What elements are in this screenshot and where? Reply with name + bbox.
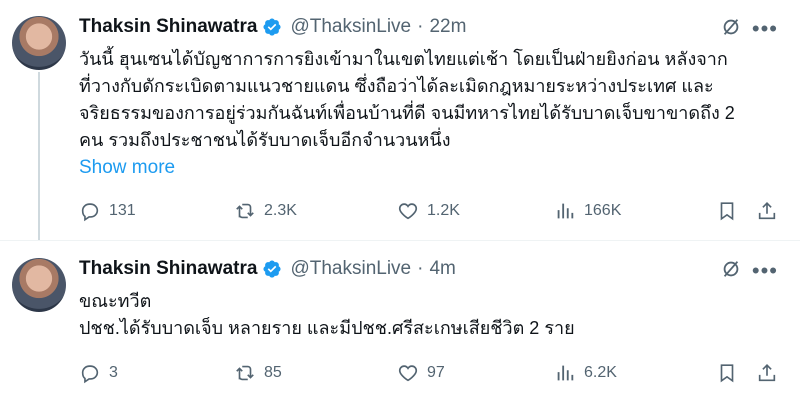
avatar[interactable] — [12, 16, 66, 70]
reply-button[interactable]: 131 — [79, 197, 136, 225]
share-icon — [758, 364, 776, 382]
author-name[interactable]: Thaksin Shinawatra — [79, 16, 257, 38]
tweet-actions: 3 85 97 6.2K — [79, 359, 779, 387]
thread-connector-line — [38, 72, 40, 240]
tweet-text-line: วันนี้ ฮุนเซนได้บัญชาการการยิงเข้ามาในเข… — [79, 49, 728, 69]
repost-icon — [236, 365, 254, 381]
tweet-text-line: ขณะทวีต — [79, 291, 152, 311]
share-icon — [758, 202, 776, 220]
reply-count: 131 — [109, 202, 136, 219]
author-handle[interactable]: @ThaksinLive — [290, 258, 411, 280]
bookmark-icon — [720, 202, 734, 221]
bookmark-button[interactable] — [716, 359, 738, 387]
repost-button[interactable]: 2.3K — [234, 197, 297, 225]
verified-badge-icon — [263, 260, 281, 278]
tweet-divider — [0, 240, 800, 241]
grok-icon[interactable] — [720, 16, 742, 38]
separator-dot: · — [417, 16, 424, 37]
heart-icon — [398, 365, 418, 382]
tweet-timestamp[interactable]: 4m — [429, 258, 455, 280]
reply-icon — [81, 365, 99, 384]
more-horizontal-icon[interactable]: ••• — [752, 258, 778, 284]
reply-count: 3 — [109, 364, 118, 381]
views-button[interactable]: 166K — [554, 197, 621, 225]
tweet-header: Thaksin Shinawatra @ThaksinLive · 4m — [79, 256, 456, 282]
tweet-text-line: จริยธรรมของการอยู่ร่วมกันฉันท์เพื่อนบ้าน… — [79, 103, 735, 123]
views-count: 6.2K — [584, 364, 617, 381]
like-count: 97 — [427, 364, 445, 381]
bookmark-button[interactable] — [716, 197, 738, 225]
tweet-header: Thaksin Shinawatra @ThaksinLive · 22m — [79, 14, 466, 40]
tweet-2[interactable]: Thaksin Shinawatra @ThaksinLive · 4m •••… — [0, 244, 800, 405]
views-chart-icon — [557, 365, 574, 381]
author-name[interactable]: Thaksin Shinawatra — [79, 258, 257, 280]
show-more-link[interactable]: Show more — [79, 157, 175, 179]
verified-badge-icon — [263, 18, 281, 36]
like-count: 1.2K — [427, 202, 460, 219]
tweet-text: วันนี้ ฮุนเซนได้บัญชาการการยิงเข้ามาในเข… — [79, 46, 779, 154]
avatar[interactable] — [12, 258, 66, 312]
tweet-text-line: ปชช.ได้รับบาดเจ็บ หลายราย และมีปชช.ศรีสะ… — [79, 318, 575, 338]
reply-icon — [81, 203, 99, 222]
tweet-1[interactable]: Thaksin Shinawatra @ThaksinLive · 22m ••… — [0, 0, 800, 240]
repost-icon — [236, 203, 254, 219]
repost-button[interactable]: 85 — [234, 359, 282, 387]
views-count: 166K — [584, 202, 622, 219]
like-button[interactable]: 1.2K — [397, 197, 460, 225]
views-chart-icon — [557, 203, 574, 219]
share-button[interactable] — [756, 197, 778, 225]
heart-icon — [398, 203, 418, 220]
grok-icon[interactable] — [720, 258, 742, 280]
tweet-timestamp[interactable]: 22m — [429, 16, 466, 38]
share-button[interactable] — [756, 359, 778, 387]
author-handle[interactable]: @ThaksinLive — [290, 16, 411, 38]
reply-button[interactable]: 3 — [79, 359, 118, 387]
bookmark-icon — [720, 364, 734, 383]
repost-count: 2.3K — [264, 202, 297, 219]
repost-count: 85 — [264, 364, 282, 381]
separator-dot: · — [417, 258, 424, 279]
like-button[interactable]: 97 — [397, 359, 445, 387]
tweet-text-line: ที่วางกับดักระเบิดตามแนวชายแดน ซึ่งถือว่… — [79, 76, 714, 96]
more-horizontal-icon[interactable]: ••• — [752, 16, 778, 42]
tweet-actions: 131 2.3K 1.2K 166K — [79, 197, 779, 225]
tweet-text: ขณะทวีต ปชช.ได้รับบาดเจ็บ หลายราย และมีป… — [79, 288, 779, 342]
views-button[interactable]: 6.2K — [554, 359, 617, 387]
tweet-text-line: คน รวมถึงประชาชนได้รับบาดเจ็บอีกจำนวนหนึ… — [79, 130, 451, 150]
